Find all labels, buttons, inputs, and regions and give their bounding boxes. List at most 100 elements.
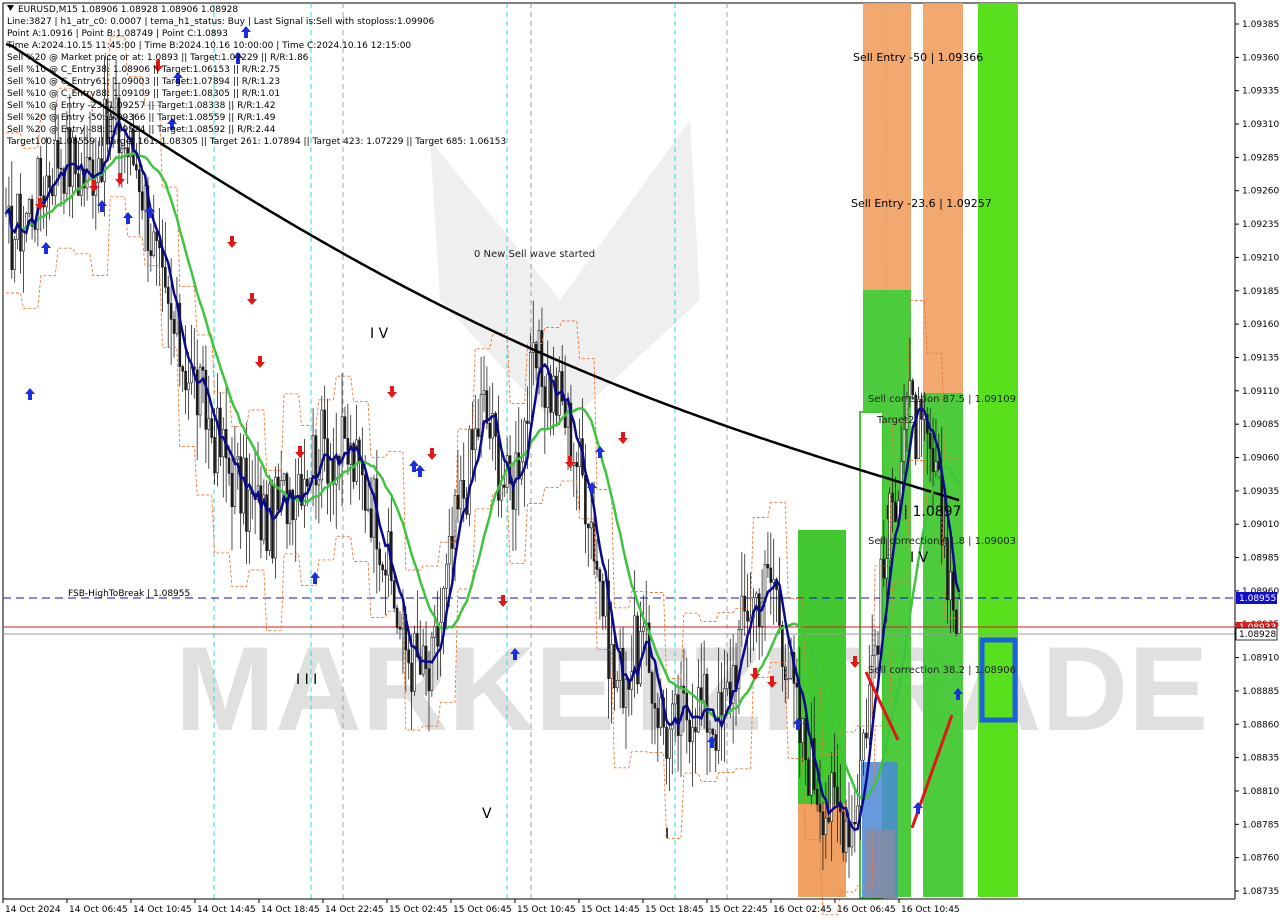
candle-body	[586, 523, 590, 529]
candle-body	[720, 692, 723, 716]
candle-body	[500, 484, 503, 501]
y-tick-label: 1.09110	[1242, 387, 1279, 397]
candle-body	[934, 461, 938, 472]
candle-body	[311, 435, 315, 479]
candle-body	[546, 373, 550, 408]
candle-body	[427, 668, 431, 691]
candle-body	[149, 250, 153, 256]
candle-body	[891, 492, 894, 503]
candle-body	[873, 645, 877, 656]
candle-body	[123, 147, 127, 150]
label-sell-correction-875: Sell correction 87.5 | 1.09109	[868, 394, 1016, 405]
candle-body	[694, 727, 697, 733]
y-tick-label: 1.09260	[1242, 187, 1279, 197]
candle-body	[862, 732, 865, 761]
candle-body	[830, 772, 833, 822]
candle-body	[697, 687, 700, 733]
candle-body	[726, 681, 729, 689]
candle-body	[584, 474, 587, 525]
x-tick-label: 15 Oct 06:45	[453, 905, 512, 915]
candle-body	[19, 193, 22, 252]
candle-body	[804, 718, 807, 760]
candle-body	[343, 416, 347, 439]
candle-body	[824, 817, 828, 836]
candle-body	[143, 185, 147, 211]
candle-body	[815, 789, 819, 805]
y-tick-label: 1.08735	[1242, 887, 1279, 897]
candle-body	[902, 429, 906, 462]
x-tick-label: 14 Oct 10:45	[133, 905, 192, 915]
candle-body	[378, 548, 382, 566]
candle-body	[245, 457, 248, 532]
candle-body	[248, 489, 251, 532]
candle-body	[650, 672, 654, 704]
candle-body	[468, 429, 471, 515]
candle-body	[801, 718, 804, 743]
chart-canvas[interactable]: MARKETZITRADE Sell Entry -50 | 1.09366 S	[0, 0, 1280, 920]
x-tick-label: 16 Oct 06:45	[837, 905, 896, 915]
candle-body	[526, 420, 529, 424]
candle-body	[853, 822, 857, 825]
candle-body	[27, 199, 31, 214]
candle-body	[575, 462, 579, 468]
y-tick-label: 1.08885	[1242, 687, 1279, 697]
candle-body	[867, 684, 871, 739]
candle-body	[589, 521, 593, 529]
info-line: Sell %10 @ C_Entry88: 1.09109 || Target:…	[7, 89, 280, 99]
label-sell-correction-618: Sell correction 61.8 | 1.09003	[868, 536, 1016, 547]
candle-body	[931, 448, 935, 472]
candle-body	[326, 438, 329, 484]
candle-body	[16, 193, 19, 240]
candle-body	[297, 474, 300, 496]
candle-body	[410, 662, 413, 692]
candle-body	[430, 636, 434, 691]
candle-body	[242, 457, 245, 514]
price-tag-fsb-text: 1.08955	[1239, 594, 1276, 604]
candle-body	[786, 678, 790, 681]
candle-body	[265, 494, 269, 551]
x-tick-label: 15 Oct 22:45	[709, 905, 768, 915]
candle-body	[833, 772, 836, 788]
candle-body	[227, 457, 231, 474]
x-tick-label: 15 Oct 02:45	[389, 905, 448, 915]
candle-body	[462, 479, 466, 499]
candle-body	[474, 428, 477, 451]
bar-bright-green	[978, 3, 1018, 897]
candle-body	[688, 719, 691, 743]
candle-body	[120, 147, 124, 154]
candle-body	[755, 593, 758, 598]
label-wave-iv-right: I V	[910, 550, 929, 566]
candle-body	[204, 369, 208, 430]
candle-body	[642, 626, 645, 632]
label-sell-entry-50: Sell Entry -50 | 1.09366	[853, 51, 983, 64]
candle-body	[668, 728, 671, 759]
info-line: Sell %10 @ Entry -23: 1.09257 || Target:…	[7, 101, 275, 111]
candle-body	[53, 140, 57, 197]
y-tick-label: 1.09085	[1242, 420, 1279, 430]
x-tick-label: 14 Oct 18:45	[261, 905, 320, 915]
candle-body	[543, 386, 547, 408]
y-tick-label: 1.09385	[1242, 20, 1279, 30]
x-tick-label: 14 Oct 22:45	[325, 905, 384, 915]
label-wave-iii: I I I	[296, 672, 317, 688]
candle-body	[137, 169, 141, 193]
info-line: Line:3827 | h1_atr_c0: 0.0007 | tema_h1_…	[7, 17, 434, 27]
info-line: Sell %10 @ C_Entry61: 1.09003 || Target:…	[7, 77, 280, 87]
label-new-wave: 0 New Sell wave started	[474, 249, 595, 260]
candle-body	[239, 456, 242, 514]
candle-body	[665, 726, 668, 759]
candle-body	[844, 820, 848, 853]
candle-body	[911, 380, 915, 396]
candle-body	[172, 319, 176, 334]
candle-body	[952, 571, 955, 611]
candle-body	[676, 694, 680, 736]
candle-body	[772, 579, 775, 583]
candle-body	[656, 708, 660, 728]
info-line: Target100: 1.08559 || Target 161: 1.0830…	[6, 137, 506, 147]
candle-body	[39, 158, 43, 197]
candle-body	[798, 686, 802, 743]
candle-body	[740, 595, 744, 630]
candle-body	[537, 330, 541, 369]
candle-body	[277, 476, 280, 511]
candle-body	[705, 673, 709, 733]
